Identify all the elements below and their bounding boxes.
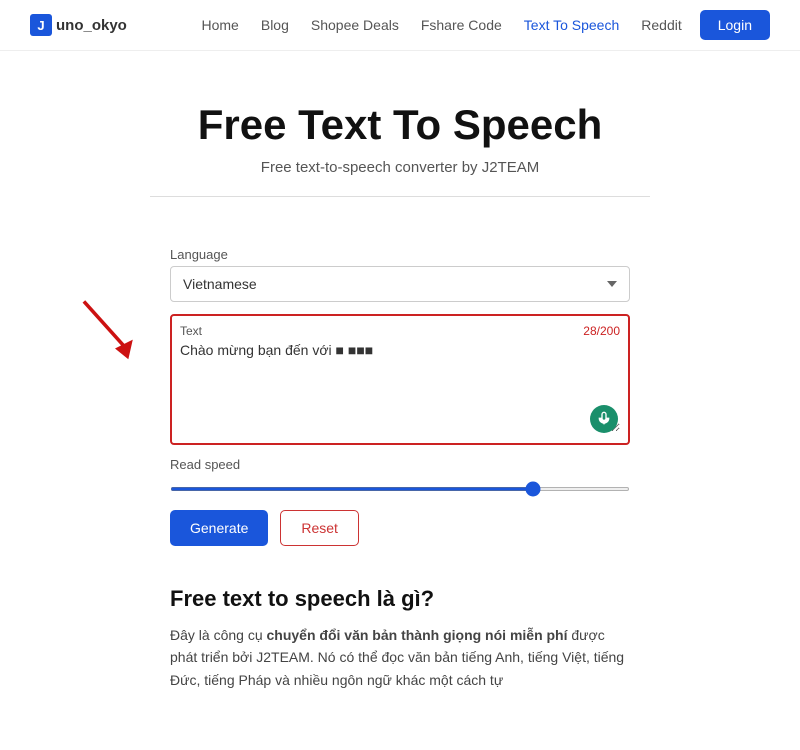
info-heading: Free text to speech là gì? [170,586,630,612]
generate-button[interactable]: Generate [170,510,268,546]
form-container: Language Vietnamese English French Germa… [150,247,650,546]
mic-icon [596,411,612,427]
login-button[interactable]: Login [700,10,770,40]
speed-group: Read speed [170,457,630,494]
brand-logo[interactable]: J uno_okyo [30,14,127,36]
navbar: J uno_okyo Home Blog Shopee Deals Fshare… [0,0,800,51]
hero-subtitle: Free text-to-speech converter by J2TEAM [20,159,780,176]
language-group: Language Vietnamese English French Germa… [170,247,630,302]
text-field-container: Text 28/200 Chào mừng bạn đến với ■ ■■■ [170,314,630,445]
speed-label: Read speed [170,457,630,472]
brand-icon: J [30,14,52,36]
text-input[interactable]: Chào mừng bạn đến với ■ ■■■ [180,342,620,432]
language-select[interactable]: Vietnamese English French German Japanes… [170,266,630,302]
brand-name: uno_okyo [56,17,127,34]
nav-tts[interactable]: Text To Speech [524,17,619,33]
info-section: Free text to speech là gì? Đây là công c… [150,586,650,721]
mic-button[interactable] [590,405,618,433]
nav-fshare[interactable]: Fshare Code [421,17,502,33]
info-body: Đây là công cụ chuyển đổi văn bản thành … [170,624,630,691]
hero-section: Free Text To Speech Free text-to-speech … [0,51,800,196]
text-field-label: Text [180,324,202,338]
nav-blog[interactable]: Blog [261,17,289,33]
button-row: Generate Reset [170,510,630,546]
red-arrow-icon [70,297,160,377]
text-field-header: Text 28/200 [180,324,620,338]
nav-links: Home Blog Shopee Deals Fshare Code Text … [202,17,682,33]
speed-slider[interactable] [170,487,630,491]
nav-shopee[interactable]: Shopee Deals [311,17,399,33]
char-count-badge: 28/200 [583,324,620,338]
divider [150,196,650,197]
reset-button[interactable]: Reset [280,510,359,546]
nav-home[interactable]: Home [202,17,239,33]
language-label: Language [170,247,630,262]
hero-title: Free Text To Speech [20,101,780,149]
nav-reddit[interactable]: Reddit [641,17,681,33]
